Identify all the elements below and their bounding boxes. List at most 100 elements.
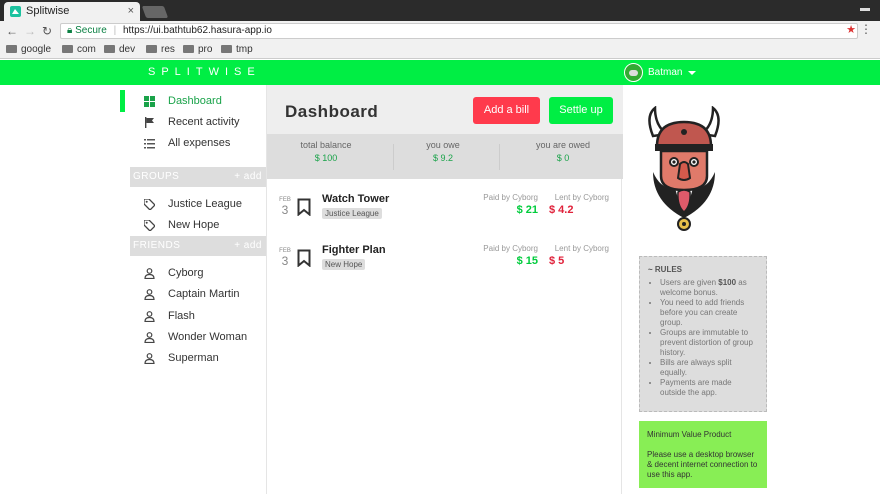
dashboard-panel: Dashboard Add a bill Settle up total bal… xyxy=(266,85,623,494)
expense-group-tag[interactable]: Justice League xyxy=(322,208,382,219)
balance-value: $ 0 xyxy=(556,153,570,163)
sidebar-item-label: Dashboard xyxy=(168,95,222,107)
browser-tabbar: Splitwise × ▬ xyxy=(0,0,880,21)
sidebar-item-friend[interactable]: Cyborg xyxy=(120,263,266,283)
paid-label: Paid by Cyborg xyxy=(483,244,538,253)
folder-icon xyxy=(146,45,157,53)
divider xyxy=(393,144,394,170)
sidebar-item-group[interactable]: New Hope xyxy=(120,215,266,235)
tab-title: Splitwise xyxy=(26,5,70,17)
bookmark-folder-com[interactable]: com xyxy=(62,44,96,56)
brand-logo-text[interactable]: SPLITWISE xyxy=(148,66,261,78)
paid-amount: $ 15 xyxy=(516,255,538,267)
expense-date: FEB 3 xyxy=(278,248,292,268)
lent-amount: $ 5 xyxy=(549,255,565,267)
sidebar-item-friend[interactable]: Superman xyxy=(120,348,266,368)
rule-item: Groups are immutable to prevent distorti… xyxy=(660,328,758,358)
list-icon xyxy=(144,139,155,149)
sidebar: Dashboard Recent activity All expenses G… xyxy=(120,85,266,494)
friends-header: FRIENDS + add xyxy=(130,236,266,256)
balance-value: $ 9.2 xyxy=(432,153,454,163)
splitwise-favicon-icon xyxy=(10,6,21,17)
dashboard-header: Dashboard Add a bill Settle up xyxy=(267,85,623,134)
balance-value: $ 100 xyxy=(314,153,338,163)
friends-header-label: FRIENDS xyxy=(133,240,181,251)
expense-item[interactable]: FEB 3 Fighter Plan New Hope Paid by Cybo… xyxy=(267,244,623,288)
expense-group-tag[interactable]: New Hope xyxy=(322,259,366,270)
sidebar-item-dashboard[interactable]: Dashboard xyxy=(120,91,266,111)
add-group-button[interactable]: + add xyxy=(234,167,262,187)
forward-arrow-icon[interactable]: → xyxy=(24,23,36,39)
bookmark-folder-google[interactable]: google xyxy=(6,44,51,56)
sidebar-item-label: Cyborg xyxy=(168,267,204,279)
expense-paid: Paid by Cyborg $ 15 xyxy=(483,244,538,267)
balance-summary: total balance $ 100 you owe $ 9.2 you ar… xyxy=(267,134,623,179)
expense-title: Fighter Plan xyxy=(322,244,386,256)
lent-label: Lent by Cyborg xyxy=(554,244,609,253)
url-text: https://ui.bathtub62.hasura-app.io xyxy=(122,25,272,36)
bookmarks-bar: google com dev res pro tmp xyxy=(0,41,880,59)
sidebar-item-label: Superman xyxy=(168,352,219,364)
sidebar-item-label: New Hope xyxy=(168,219,220,231)
groups-header: GROUPS + add xyxy=(130,167,266,187)
user-icon xyxy=(144,268,155,279)
folder-icon xyxy=(104,45,115,53)
folder-icon xyxy=(183,45,194,53)
paid-label: Paid by Cyborg xyxy=(483,193,538,202)
window-controls-icon[interactable]: ▬ xyxy=(860,3,870,14)
expense-item[interactable]: FEB 3 Watch Tower Justice League Paid by… xyxy=(267,193,623,237)
address-separator: | xyxy=(113,25,117,36)
tag-icon xyxy=(144,199,155,210)
address-bar[interactable]: 🔒︎ Secure | https://ui.bathtub62.hasura-… xyxy=(60,23,858,39)
bookmark-folder-dev[interactable]: dev xyxy=(104,44,135,56)
reload-icon[interactable]: ↻ xyxy=(42,23,52,39)
lent-amount: $ 4.2 xyxy=(549,204,574,216)
folder-icon xyxy=(6,45,17,53)
tag-icon xyxy=(144,220,155,231)
bookmark-star-icon[interactable]: ★ xyxy=(846,23,856,36)
sidebar-item-friend[interactable]: Wonder Woman xyxy=(120,327,266,347)
mvp-notice: Minimum Value Product Please use a deskt… xyxy=(639,421,767,488)
sidebar-item-label: Wonder Woman xyxy=(168,331,248,343)
sidebar-item-recent-activity[interactable]: Recent activity xyxy=(120,112,266,132)
lent-label: Lent by Cyborg xyxy=(554,193,609,202)
settle-up-button[interactable]: Settle up xyxy=(549,97,613,124)
sidebar-item-label: Justice League xyxy=(168,198,242,210)
balance-label: total balance xyxy=(300,140,352,150)
viking-mascot-logo xyxy=(648,106,720,231)
browser-menu-icon[interactable]: ⋮ xyxy=(860,22,872,36)
expense-day: 3 xyxy=(281,254,289,268)
rule-item: Users are given $100 as welcome bonus. xyxy=(660,278,758,298)
new-tab-button[interactable] xyxy=(141,6,169,18)
bookmark-folder-res[interactable]: res xyxy=(146,44,175,56)
mvp-body: Please use a desktop browser & decent in… xyxy=(647,450,758,479)
browser-tab[interactable]: Splitwise × xyxy=(4,2,140,21)
flag-icon xyxy=(145,117,154,128)
sidebar-item-friend[interactable]: Captain Martin xyxy=(120,284,266,304)
add-bill-button[interactable]: Add a bill xyxy=(473,97,540,124)
tab-close-icon[interactable]: × xyxy=(128,2,134,21)
back-arrow-icon[interactable]: ← xyxy=(6,23,18,39)
sidebar-item-label: Captain Martin xyxy=(168,288,240,300)
sidebar-item-group[interactable]: Justice League xyxy=(120,194,266,214)
browser-toolbar: ← → ↻ 🔒︎ Secure | https://ui.bathtub62.h… xyxy=(0,21,880,41)
add-friend-button[interactable]: + add xyxy=(234,236,262,256)
expense-lent: Lent by Cyborg $ 5 xyxy=(547,244,609,267)
secure-label: Secure xyxy=(75,25,107,36)
you-owe: you owe $ 9.2 xyxy=(397,140,489,163)
balance-label: you owe xyxy=(426,140,460,150)
expense-paid: Paid by Cyborg $ 21 xyxy=(483,193,538,216)
sidebar-item-friend[interactable]: Flash xyxy=(120,306,266,326)
sidebar-item-all-expenses[interactable]: All expenses xyxy=(120,133,266,153)
total-balance: total balance $ 100 xyxy=(267,140,385,163)
bookmark-folder-tmp[interactable]: tmp xyxy=(221,44,253,56)
paid-amount: $ 21 xyxy=(516,204,538,216)
user-icon xyxy=(144,353,155,364)
bookmark-folder-pro[interactable]: pro xyxy=(183,44,212,56)
groups-header-label: GROUPS xyxy=(133,171,180,182)
bookmark-icon xyxy=(297,198,311,216)
rules-list: Users are given $100 as welcome bonus. Y… xyxy=(648,278,758,398)
lock-icon: 🔒︎ xyxy=(67,25,73,36)
rules-heading: ~ RULES xyxy=(648,265,683,274)
user-icon xyxy=(144,289,155,300)
